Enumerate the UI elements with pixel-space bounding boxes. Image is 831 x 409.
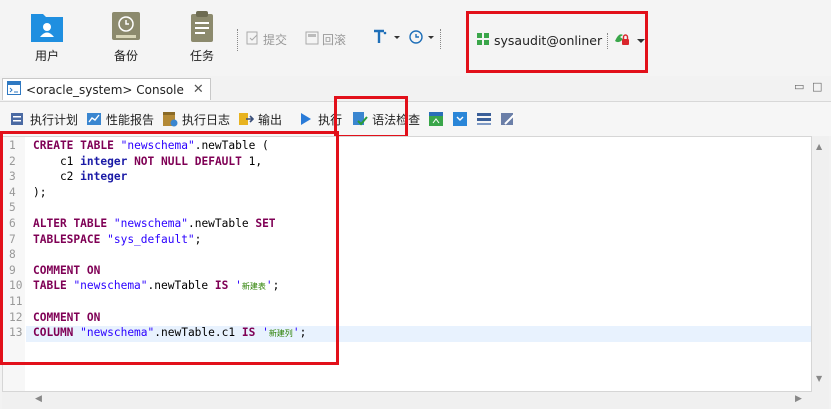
tasks-label: 任务 [189, 49, 214, 63]
execution-log-label: 执行日志 [182, 112, 231, 127]
scroll-up-icon[interactable]: ▲ [816, 142, 822, 151]
execution-log-button[interactable]: 执行日志 [162, 111, 230, 128]
backup-button[interactable]: 备份 [96, 0, 156, 64]
performance-report-button[interactable]: 性能报告 [86, 111, 154, 128]
tasks-button[interactable]: 任务 [172, 0, 232, 64]
history-icon [409, 30, 434, 44]
minimize-icon[interactable]: ▭ [794, 80, 804, 93]
scroll-down-icon[interactable]: ▼ [816, 374, 822, 383]
scroll-right-icon[interactable]: ▶ [795, 394, 802, 404]
performance-report-label: 性能报告 [106, 112, 155, 127]
format-icon [428, 111, 444, 127]
toolbar-separator [607, 32, 609, 49]
code-highlight-box [0, 131, 339, 365]
output-label: 输出 [258, 112, 283, 127]
database-grid-icon [477, 33, 489, 48]
toolbar-separator [440, 29, 442, 49]
users-label: 用户 [34, 49, 59, 63]
transaction-icon [374, 29, 400, 43]
connection-selector[interactable]: sysaudit@onliner [477, 31, 646, 50]
clipboard-icon [184, 8, 220, 44]
output-icon [238, 111, 255, 127]
compress-sql-button[interactable] [452, 111, 468, 127]
eraser-icon [500, 111, 516, 127]
execution-plan-button[interactable]: 执行计划 [10, 111, 78, 128]
execute-highlight-box [334, 96, 408, 138]
commit-label: 提交 [263, 33, 288, 47]
commit-icon [246, 31, 260, 48]
console-icon [7, 81, 21, 98]
vertical-scrollbar[interactable]: ▲ ▼ [812, 136, 829, 392]
maximize-icon[interactable]: □ [812, 80, 822, 93]
toolbar-separator [237, 29, 239, 51]
tab-title: <oracle_system> Console [26, 82, 184, 97]
comment-icon [476, 111, 492, 127]
chevron-down-icon[interactable] [636, 34, 646, 48]
execution-plan-label: 执行计划 [30, 112, 79, 127]
history-dropdown[interactable] [407, 29, 439, 48]
rollback-label: 回滚 [322, 33, 347, 47]
users-button[interactable]: 用户 [17, 0, 77, 64]
execution-plan-icon [10, 111, 26, 127]
rollback-icon [305, 31, 319, 48]
rollback-button[interactable]: 回滚 [305, 31, 346, 48]
backup-label: 备份 [113, 49, 138, 63]
horizontal-scrollbar[interactable]: ◀ ▶ [2, 392, 829, 409]
performance-report-icon [86, 111, 102, 127]
connection-name: sysaudit@onliner [494, 33, 603, 48]
format-sql-button[interactable] [428, 111, 444, 127]
backup-icon [108, 8, 144, 44]
transaction-mode-dropdown[interactable] [372, 29, 402, 48]
connect-status-icon [613, 31, 631, 50]
compress-icon [452, 111, 468, 127]
comment-button[interactable] [476, 111, 492, 127]
users-icon [29, 8, 65, 44]
execution-log-icon [162, 111, 178, 127]
scroll-left-icon[interactable]: ◀ [35, 394, 42, 404]
output-button[interactable]: 输出 [238, 111, 282, 128]
tab-console[interactable]: <oracle_system> Console ✕ [2, 78, 211, 100]
commit-button[interactable]: 提交 [246, 31, 287, 48]
play-icon [298, 111, 314, 127]
close-icon[interactable]: ✕ [193, 82, 204, 97]
clear-button[interactable] [500, 111, 516, 127]
